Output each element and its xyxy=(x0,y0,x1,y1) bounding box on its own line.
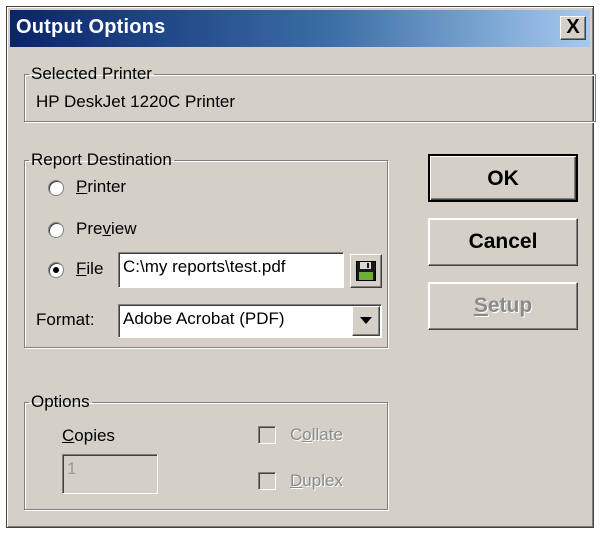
duplex-mnemonic: D xyxy=(290,471,303,490)
preview-label-rest: iew xyxy=(110,219,137,238)
copies-input[interactable]: 1 xyxy=(62,454,158,494)
preview-radio[interactable] xyxy=(48,222,64,238)
printer-label-rest: rinter xyxy=(87,177,127,196)
duplex-label[interactable]: Duplex xyxy=(290,471,343,491)
duplex-checkbox[interactable] xyxy=(258,472,276,490)
format-dropdown-button[interactable] xyxy=(352,306,380,336)
report-destination-legend: Report Destination xyxy=(31,150,172,169)
copies-label-rest: opies xyxy=(74,426,115,445)
options-legend: Options xyxy=(31,392,90,411)
file-label-rest: ile xyxy=(86,259,104,278)
collate-label[interactable]: Collate xyxy=(290,425,343,445)
close-button[interactable]: X xyxy=(560,16,586,40)
printer-mnemonic: P xyxy=(76,177,88,196)
preview-label-before: Pre xyxy=(76,219,103,238)
copies-mnemonic: C xyxy=(62,426,75,445)
chevron-down-icon xyxy=(360,317,372,324)
collate-mnemonic: o xyxy=(302,425,312,444)
copies-label: Copies xyxy=(62,426,115,446)
cancel-button[interactable]: Cancel xyxy=(428,218,578,266)
preview-mnemonic: v xyxy=(102,219,111,238)
duplex-label-rest: uplex xyxy=(302,471,343,490)
ok-button[interactable]: OK xyxy=(428,154,578,202)
setup-mnemonic: S xyxy=(473,294,488,317)
close-icon: X xyxy=(566,16,580,38)
title-bar[interactable]: Output Options X xyxy=(10,10,590,47)
file-path-input[interactable]: C:\my reports\test.pdf xyxy=(118,252,344,288)
dialog-title: Output Options xyxy=(16,16,166,38)
collate-label-rest: llate xyxy=(311,425,343,444)
browse-file-button[interactable] xyxy=(350,254,382,288)
floppy-disk-icon xyxy=(356,261,376,281)
printer-radio-label[interactable]: Printer xyxy=(76,177,126,197)
format-select[interactable]: Adobe Acrobat (PDF) xyxy=(118,304,382,338)
file-mnemonic: F xyxy=(76,259,87,278)
file-radio-label[interactable]: File xyxy=(76,259,103,279)
preview-radio-label[interactable]: Preview xyxy=(76,219,136,239)
selected-printer-legend: Selected Printer xyxy=(31,64,152,83)
file-radio[interactable] xyxy=(48,262,64,278)
collate-checkbox[interactable] xyxy=(258,426,276,444)
setup-button[interactable]: Setup xyxy=(428,282,578,330)
setup-label-rest: etup xyxy=(487,294,533,317)
format-label: Format: xyxy=(36,310,95,329)
printer-radio[interactable] xyxy=(48,180,64,196)
printer-name: HP DeskJet 1220C Printer xyxy=(36,92,236,111)
collate-label-before: C xyxy=(290,425,303,444)
